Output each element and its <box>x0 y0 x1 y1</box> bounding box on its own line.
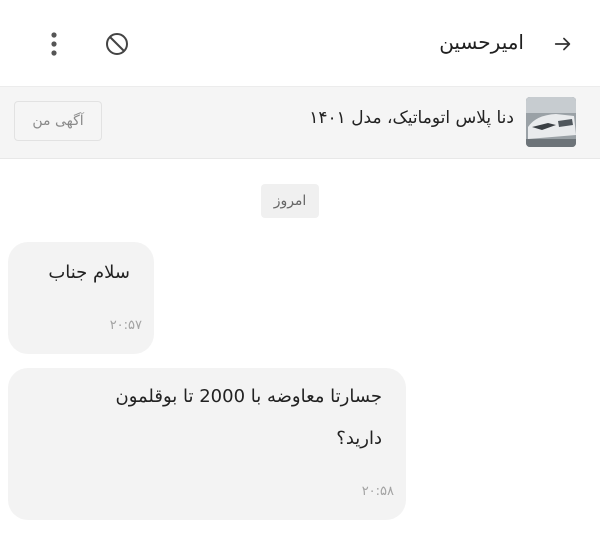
car-photo <box>526 97 576 147</box>
contact-name: امیرحسین <box>439 30 524 54</box>
message-time: ۲۰:۵۷ <box>109 318 142 333</box>
message-text: سلام جناب <box>48 262 130 283</box>
message-time: ۲۰:۵۸ <box>361 484 394 499</box>
block-icon[interactable] <box>104 31 130 57</box>
message-bubble[interactable]: سلام جناب ۲۰:۵۷ <box>8 242 154 354</box>
car-photo-thumbnail[interactable] <box>526 97 576 147</box>
listing-title[interactable]: دنا پلاس اتوماتیک، مدل ۱۴۰۱ <box>309 108 514 128</box>
chat-header: امیرحسین <box>0 0 600 87</box>
message-text: دارید؟ <box>336 428 382 449</box>
message-text: جسارتا معاوضه با 2000 تا بوقلمون <box>115 386 383 407</box>
my-ad-button[interactable]: آگهی من <box>14 101 102 141</box>
message-bubble[interactable]: جسارتا معاوضه با 2000 تا بوقلمون دارید؟ … <box>8 368 406 520</box>
listing-bar[interactable]: دنا پلاس اتوماتیک، مدل ۱۴۰۱ آگهی من <box>0 87 600 159</box>
date-separator: امروز <box>261 184 319 218</box>
more-vertical-icon[interactable] <box>44 30 64 58</box>
arrow-right-icon[interactable] <box>552 33 574 55</box>
